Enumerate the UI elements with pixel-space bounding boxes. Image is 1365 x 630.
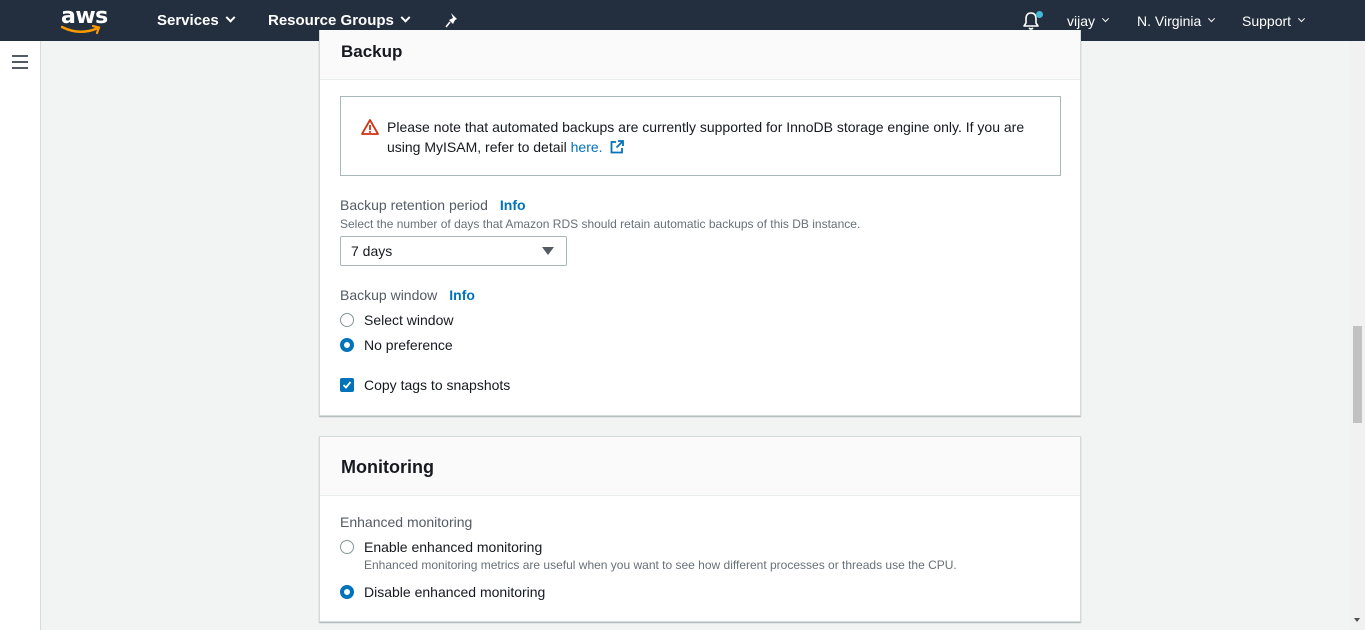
copy-tags-checkbox-option[interactable]: Copy tags to snapshots: [340, 377, 510, 393]
retention-period-label: Backup retention period: [340, 197, 488, 213]
region-label: N. Virginia: [1137, 13, 1202, 29]
select-window-radio[interactable]: [340, 313, 354, 327]
here-link[interactable]: here.: [571, 139, 603, 155]
services-label: Services: [157, 12, 219, 29]
aws-logo[interactable]: aws: [60, 4, 108, 36]
disable-enhanced-monitoring-option[interactable]: Disable enhanced monitoring: [340, 584, 545, 600]
enable-enhanced-monitoring-option[interactable]: Enable enhanced monitoring: [340, 539, 542, 555]
region-menu[interactable]: N. Virginia: [1137, 13, 1216, 29]
scrollbar-thumb[interactable]: [1353, 326, 1362, 423]
select-window-radio-option[interactable]: Select window: [340, 312, 454, 328]
backup-window-info-link[interactable]: Info: [449, 287, 475, 303]
user-menu[interactable]: vijay: [1067, 13, 1110, 29]
services-menu[interactable]: Services: [157, 12, 236, 29]
alert-message: Please note that automated backups are c…: [387, 117, 1037, 157]
backup-window-label-row: Backup window Info: [340, 287, 475, 303]
left-navigation-rail: [0, 41, 41, 630]
retention-description: Select the number of days that Amazon RD…: [340, 217, 861, 231]
aws-smile-icon: [60, 25, 101, 35]
no-preference-radio-option[interactable]: No preference: [340, 337, 453, 353]
pin-icon[interactable]: [444, 11, 462, 29]
notifications-bell-icon[interactable]: [1021, 10, 1043, 32]
warning-icon: [361, 119, 379, 135]
copy-tags-checkbox[interactable]: [340, 378, 354, 392]
disable-enhanced-monitoring-label: Disable enhanced monitoring: [364, 584, 546, 600]
enable-enhanced-monitoring-radio[interactable]: [340, 540, 354, 554]
resource-groups-menu[interactable]: Resource Groups: [268, 12, 411, 29]
retention-period-label-row: Backup retention period Info: [340, 197, 526, 213]
notification-dot: [1036, 11, 1043, 18]
retention-period-value: 7 days: [351, 243, 393, 259]
monitoring-panel: Monitoring Enhanced monitoring Enable en…: [319, 436, 1081, 622]
chevron-down-icon: [225, 12, 236, 23]
menu-icon[interactable]: [12, 55, 28, 69]
enable-enhanced-monitoring-description: Enhanced monitoring metrics are useful w…: [364, 558, 957, 572]
resource-groups-label: Resource Groups: [268, 12, 394, 29]
checkmark-icon: [342, 381, 352, 389]
innodb-warning-alert: Please note that automated backups are c…: [340, 96, 1061, 176]
backup-title: Backup: [320, 30, 1080, 80]
no-preference-label: No preference: [364, 337, 453, 353]
retention-info-link[interactable]: Info: [500, 197, 526, 213]
chevron-down-icon: [1101, 14, 1110, 22]
support-label: Support: [1242, 13, 1292, 29]
vertical-scrollbar[interactable]: [1350, 41, 1365, 630]
alert-text: Please note that automated backups are c…: [387, 119, 1025, 155]
enable-enhanced-monitoring-label: Enable enhanced monitoring: [364, 539, 543, 555]
backup-panel: Backup Please note that automated backup…: [319, 30, 1081, 416]
dropdown-arrow-icon: [542, 247, 554, 255]
copy-tags-label: Copy tags to snapshots: [364, 377, 511, 393]
backup-window-label: Backup window: [340, 287, 438, 303]
scroll-down-arrow-icon[interactable]: [1354, 618, 1360, 622]
external-link-icon[interactable]: [610, 140, 625, 154]
retention-period-select[interactable]: 7 days: [340, 236, 567, 266]
enhanced-monitoring-label: Enhanced monitoring: [340, 514, 473, 530]
chevron-down-icon: [1208, 14, 1216, 22]
support-menu[interactable]: Support: [1242, 13, 1306, 29]
chevron-down-icon: [400, 12, 411, 23]
user-label: vijay: [1067, 13, 1096, 29]
select-window-label: Select window: [364, 312, 454, 328]
no-preference-radio[interactable]: [340, 338, 354, 352]
chevron-down-icon: [1298, 14, 1306, 22]
monitoring-title: Monitoring: [320, 437, 1080, 496]
disable-enhanced-monitoring-radio[interactable]: [340, 585, 354, 599]
